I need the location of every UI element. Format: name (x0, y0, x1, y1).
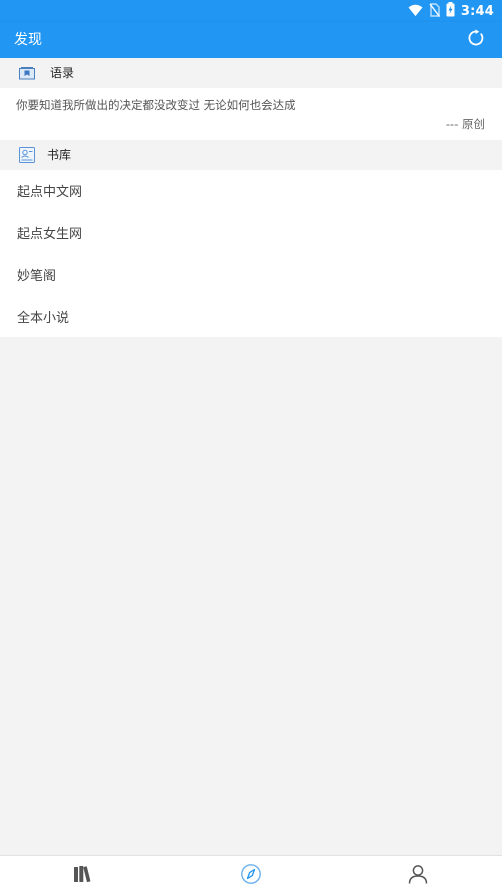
library-section-title: 书库 (47, 148, 72, 162)
compass-icon (240, 863, 262, 889)
bookshelf-icon (73, 864, 95, 888)
app-bar: 发现 (0, 22, 502, 58)
quotes-section-title: 语录 (50, 66, 75, 80)
status-icons: 3:44 (408, 1, 494, 21)
status-bar: 3:44 (0, 0, 502, 22)
bottom-navigation (0, 855, 502, 895)
nav-item-profile[interactable] (335, 856, 502, 895)
quotes-section-header: 语录 (0, 58, 502, 88)
refresh-icon (467, 29, 485, 51)
quote-source: --- 原创 (445, 117, 485, 131)
library-list: 起点中文网 起点女生网 妙笔阁 全本小说 (0, 170, 502, 337)
library-section-header: 书库 (0, 140, 502, 170)
no-sim-icon (429, 2, 440, 21)
battery-charging-icon (446, 1, 455, 21)
nav-item-discover[interactable] (167, 856, 334, 895)
wifi-icon (408, 2, 423, 21)
nav-item-bookshelf[interactable] (0, 856, 167, 895)
library-item-qidian-female[interactable]: 起点女生网 (0, 212, 502, 254)
quote-card[interactable]: 你要知道我所做出的决定都没改变过 无论如何也会达成 --- 原创 (0, 88, 502, 140)
refresh-button[interactable] (466, 29, 486, 51)
library-icon (18, 146, 36, 164)
status-time: 3:44 (460, 3, 494, 19)
library-item-qidian[interactable]: 起点中文网 (0, 170, 502, 212)
page-title: 发现 (14, 32, 42, 48)
library-item-miaobige[interactable]: 妙笔阁 (0, 254, 502, 296)
quote-text: 你要知道我所做出的决定都没改变过 无论如何也会达成 (16, 98, 296, 112)
library-item-quanben[interactable]: 全本小说 (0, 295, 502, 337)
quote-book-icon (18, 64, 36, 82)
person-icon (407, 863, 429, 889)
